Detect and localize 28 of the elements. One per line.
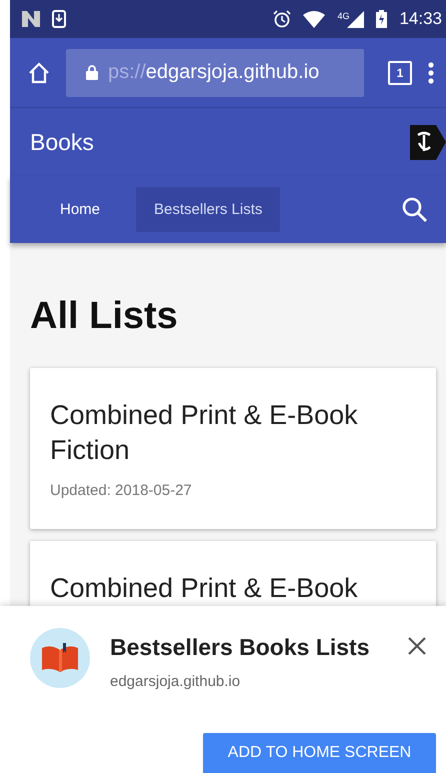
nav-tab[interactable]: Home [44, 187, 116, 232]
network-label: 4G [337, 10, 350, 20]
signal-icon [347, 10, 364, 28]
page-heading: All Lists [30, 295, 179, 338]
app-title: Books [30, 128, 94, 156]
list-card[interactable]: Combined Print & E-Book Fiction Updated: 2018-05-27 [30, 368, 436, 529]
home-icon[interactable] [28, 62, 50, 84]
tab-count-button[interactable]: 1 [388, 60, 412, 84]
nav-tab[interactable]: Bestsellers Lists [136, 187, 280, 232]
updated-date: Updated: 2018-05-27 [50, 482, 193, 499]
battery-icon [376, 10, 388, 28]
lock-icon [86, 65, 98, 80]
book-app-icon [30, 628, 90, 688]
card-title: Combined Print & E-Book [50, 572, 359, 605]
app-domain: edgarsjoja.github.io [110, 673, 242, 690]
logo-icon [410, 124, 446, 160]
search-icon[interactable] [402, 196, 428, 222]
notification-icon [22, 11, 40, 27]
add-to-home-screen-button[interactable]: ADD TO HOME SCREEN [203, 733, 436, 773]
wifi-icon [303, 10, 326, 28]
more-menu-icon[interactable] [428, 62, 434, 84]
address-bar[interactable]: ps://edgarsjoja.github.io [66, 48, 364, 96]
close-icon [407, 636, 427, 656]
app-name: Bestsellers Books Lists [110, 634, 371, 661]
card-title: Combined Print & E-Book Fiction [50, 399, 359, 467]
alarm-icon [273, 10, 292, 28]
clock-time: 14:33 [399, 9, 442, 29]
download-icon [52, 10, 66, 28]
